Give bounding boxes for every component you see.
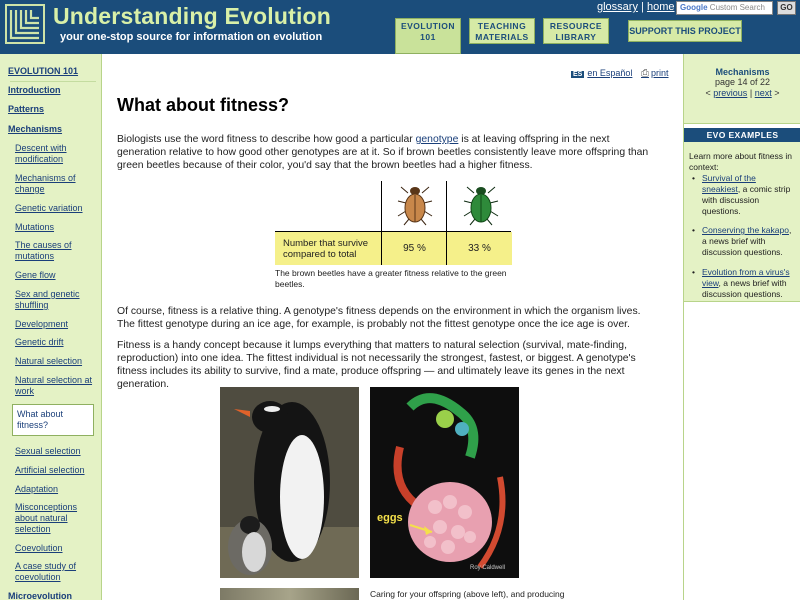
sidebar-item-mechanisms-of-change[interactable]: Mechanisms of change [15,173,95,195]
sidebar-item-patterns[interactable]: Patterns [8,104,44,114]
search-brand-label: Google [680,3,708,12]
tab-label-line2: 101 [420,32,436,42]
right-sidebar: Mechanisms page 14 of 22 < previous | ne… [683,54,800,600]
sidebar-item-descent[interactable]: Descent with modification [15,143,95,165]
sidebar-item-introduction[interactable]: Introduction [8,85,61,95]
site-logo-icon[interactable] [5,4,45,44]
printer-icon: ⎙ [641,68,649,79]
print-link[interactable]: ⎙ print [641,68,669,79]
search-input[interactable]: Google Custom Search [676,1,773,15]
sidebar-item-sex-genetic-shuffling[interactable]: Sex and genetic shuffling [15,289,95,311]
sidebar-nav: EVOLUTION 101 Introduction Patterns Mech… [0,54,102,600]
sidebar-item-gene-flow[interactable]: Gene flow [15,270,95,281]
tab-label-line2: MATERIALS [475,32,529,42]
search-go-button[interactable]: GO [777,1,796,15]
top-links: glossary | home | [597,1,680,13]
bottom-photo [220,588,359,600]
paragraph-intro: Biologists use the word fitness to descr… [117,133,657,172]
tab-label-line2: LIBRARY [555,32,597,42]
search-placeholder: Custom Search [709,3,765,12]
evo-examples-panel: Learn more about fitness in context: • S… [684,142,800,302]
sidebar-item-mutations[interactable]: Mutations [15,222,95,233]
table-divider [381,181,382,265]
photo-caption: Caring for your offspring (above left), … [370,589,565,599]
sidebar-item-causes-of-mutations[interactable]: The causes of mutations [15,240,95,262]
link-separator: | [641,1,644,13]
bullet-icon: • [692,267,695,277]
mantis-shrimp-illustration [370,387,519,578]
previous-page-link[interactable]: previous [713,88,747,98]
home-link[interactable]: home [647,1,675,13]
sidebar-item-coevolution[interactable]: Coevolution [15,543,95,554]
table-divider [446,181,447,265]
site-title[interactable]: Understanding Evolution [53,3,331,30]
sidebar-item-evolution-101[interactable]: EVOLUTION 101 [8,66,78,76]
sidebar-item-development[interactable]: Development [15,319,95,330]
photo-credit: Roy Caldwell [470,565,506,571]
tab-evolution-101[interactable]: EVOLUTION 101 [392,18,464,54]
sidebar-item-adaptation[interactable]: Adaptation [15,484,95,495]
paragraph-relative: Of course, fitness is a relative thing. … [117,306,641,330]
example-link-kakapo[interactable]: Conserving the kakapo [702,225,789,235]
next-arrow-icon: > [774,88,780,98]
fitness-table: Number that survive compared to total 95… [275,181,512,265]
sidebar-item-natural-selection-at-work[interactable]: Natural selection at work [15,375,95,397]
site-header: Understanding Evolution your one-stop so… [0,0,800,54]
penguin-illustration [220,387,359,578]
spanish-link[interactable]: ES en Español [571,68,632,78]
bullet-icon: • [692,225,695,235]
mantis-shrimp-photo: eggs Roy Caldwell [370,387,519,578]
pager-page-count: page 14 of 22 [714,77,771,87]
tab-label-line1: RESOURCE [549,21,603,31]
logo-tree-icon [9,10,39,40]
table-divider [275,231,511,232]
glossary-link[interactable]: glossary [597,1,638,13]
site-tagline: your one-stop source for information on … [60,31,323,43]
support-project-button[interactable]: SUPPORT THIS PROJECT [628,20,742,42]
sidebar-item-microevolution[interactable]: Microevolution [8,591,72,600]
eggs-label: eggs [377,512,403,524]
main-content: ES en Español ⎙ print What about fitness? … [103,54,683,600]
es-badge-icon: ES [571,71,585,78]
list-item: • Conserving the kakapo, a news brief wi… [692,225,796,258]
brown-beetle-value: 95 % [382,232,447,265]
table-row-label: Number that survive compared to total [275,232,381,265]
tab-label-line1: TEACHING [477,21,527,31]
evo-examples-intro: Learn more about fitness in context: [689,151,793,172]
tab-teaching-materials[interactable]: TEACHING MATERIALS [466,18,538,54]
next-page-link[interactable]: next [755,88,772,98]
sidebar-item-sexual-selection[interactable]: Sexual selection [15,446,95,457]
green-beetle-icon [463,186,499,226]
bullet-icon: • [692,173,695,183]
print-link-label: print [651,68,669,78]
nav-separator: | [749,88,753,98]
sidebar-item-case-study-coevolution[interactable]: A case study of coevolution [15,561,95,583]
sidebar-item-mechanisms[interactable]: Mechanisms [8,124,62,134]
genotype-glossary-link[interactable]: genotype [416,134,459,145]
evo-examples-header: EVO EXAMPLES [684,128,800,142]
list-item: • Survival of the sneakiest, a comic str… [692,173,796,217]
table-caption: The brown beetles have a greater fitness… [275,268,507,289]
sidebar-item-artificial-selection[interactable]: Artificial selection [15,465,95,476]
green-beetle-value: 33 % [447,232,512,265]
pager-title: Mechanisms [715,67,770,77]
divider [10,81,96,82]
pager-nav: < previous | next > [684,88,800,98]
tab-resource-library[interactable]: RESOURCE LIBRARY [540,18,612,54]
sidebar-item-genetic-variation[interactable]: Genetic variation [15,203,95,214]
sidebar-item-what-about-fitness[interactable]: What about fitness? [12,404,94,436]
tab-label-line1: EVOLUTION [400,21,456,31]
list-item: • Evolution from a virus's view, a news … [692,267,796,300]
sidebar-item-misconceptions[interactable]: Misconceptions about natural selection [15,502,95,535]
sidebar-item-natural-selection[interactable]: Natural selection [15,356,95,367]
sidebar-item-genetic-drift[interactable]: Genetic drift [15,337,95,348]
spanish-link-label: en Español [587,68,633,78]
prev-arrow-icon: < [705,88,711,98]
page-title: What about fitness? [117,95,289,115]
paragraph-handy-concept: Fitness is a handy concept because it lu… [117,340,636,390]
brown-beetle-icon [397,186,433,226]
penguin-photo [220,387,359,578]
page-navigator: Mechanisms page 14 of 22 < previous | ne… [684,54,800,124]
paragraph-text: Biologists use the word fitness to descr… [117,134,416,145]
